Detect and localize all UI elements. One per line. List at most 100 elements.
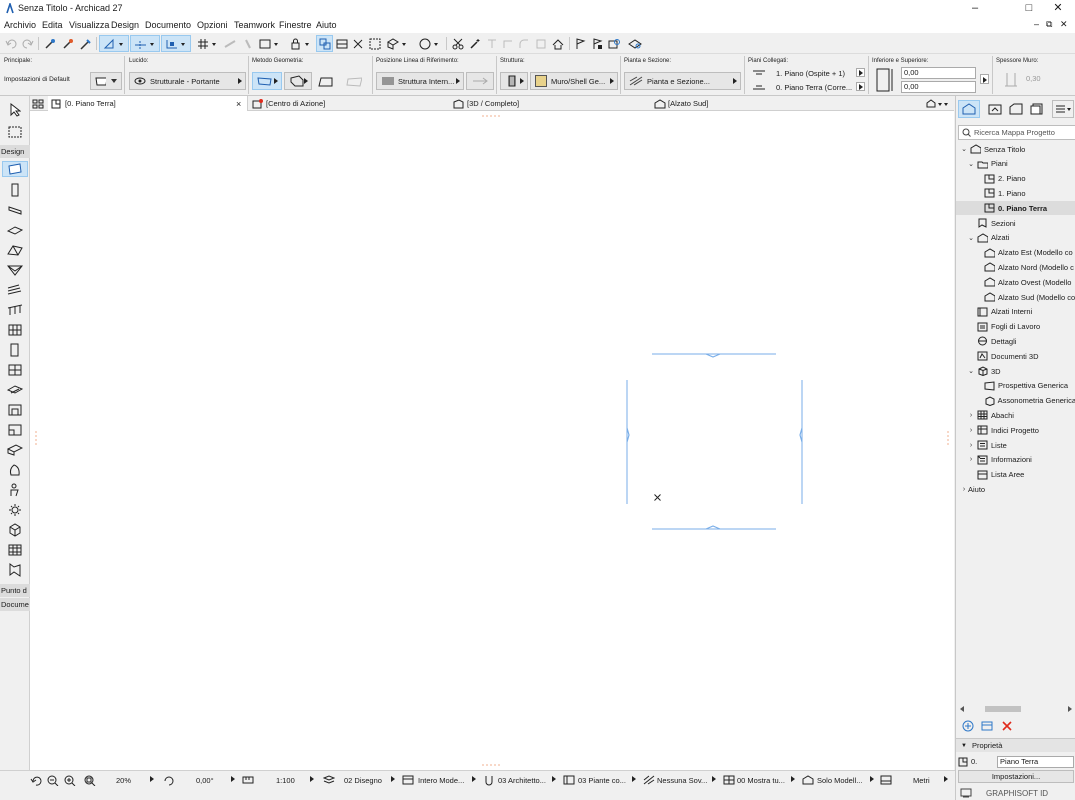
- corner-window-tool[interactable]: [6, 422, 24, 438]
- tree-item[interactable]: ⌄ Alzati: [956, 231, 1075, 245]
- favorites-default[interactable]: Impostazioni di Default: [4, 76, 70, 83]
- scale-value[interactable]: 1:100: [276, 774, 295, 787]
- tree-item[interactable]: › Informazioni: [956, 453, 1075, 467]
- shell-tool[interactable]: [6, 262, 24, 278]
- geometry-profile-button[interactable]: [342, 72, 366, 90]
- tree-item[interactable]: 1. Piano: [956, 186, 1075, 200]
- bottom-link-selector[interactable]: 0. Piano Terra (Corre...: [752, 81, 866, 93]
- flip-reference-button[interactable]: [466, 72, 494, 90]
- pick-up-parameters-icon[interactable]: [42, 35, 58, 52]
- lock-icon[interactable]: [287, 35, 313, 52]
- tree-item[interactable]: ⌄ Piani: [956, 157, 1075, 171]
- navigator-menu-button[interactable]: [1052, 100, 1074, 118]
- close-window-button[interactable]: ✕: [1041, 0, 1075, 17]
- wall-tool[interactable]: [2, 161, 28, 177]
- tree-horizontal-scrollbar[interactable]: [958, 704, 1074, 714]
- zoom-previous-icon[interactable]: [30, 775, 42, 786]
- guide-lines-button[interactable]: [99, 35, 129, 52]
- menu-design[interactable]: Design: [111, 20, 139, 30]
- tree-item[interactable]: Alzati Interni: [956, 305, 1075, 319]
- grid-snap-icon[interactable]: [194, 35, 220, 52]
- rotate-view-icon[interactable]: [163, 775, 175, 786]
- mesh-tool[interactable]: [6, 522, 24, 538]
- geometry-straight-button[interactable]: [252, 72, 282, 90]
- tree-item[interactable]: Alzato Ovest (Modello: [956, 275, 1075, 289]
- marquee-tool[interactable]: [6, 124, 24, 140]
- mvo-value[interactable]: 03 Piante co...: [578, 774, 626, 787]
- tab-3d[interactable]: [3D / Completo]: [451, 96, 651, 111]
- menu-archivio[interactable]: Archivio: [4, 20, 36, 30]
- tab-overview-icon[interactable]: [32, 96, 48, 111]
- grid-element-tool[interactable]: [6, 542, 24, 558]
- split-icon[interactable]: [533, 35, 549, 52]
- reference-line-selector[interactable]: Struttura Intern...: [376, 72, 464, 90]
- tree-item[interactable]: Documenti 3D: [956, 349, 1075, 363]
- intersect-icon[interactable]: [500, 35, 516, 52]
- expand-chevron-icon[interactable]: ›: [960, 486, 968, 493]
- roof-icon[interactable]: [550, 35, 566, 52]
- settings-view-button[interactable]: [981, 720, 993, 732]
- door-tool[interactable]: [6, 342, 24, 358]
- collapse-chevron-icon[interactable]: ⌄: [967, 160, 975, 168]
- inject-parameters-icon[interactable]: [60, 35, 76, 52]
- morph-tool[interactable]: [6, 482, 24, 498]
- collapse-chevron-icon[interactable]: ⌄: [960, 145, 968, 153]
- eyedropper-icon[interactable]: [77, 35, 93, 52]
- structure-type-button[interactable]: [500, 72, 528, 90]
- menu-teamwork[interactable]: Teamwork: [234, 20, 275, 30]
- tree-item[interactable]: 2. Piano: [956, 172, 1075, 186]
- collapse-chevron-icon[interactable]: ⌄: [967, 234, 975, 242]
- tab-alzato-sud[interactable]: [Alzato Sud]: [652, 96, 852, 111]
- curtain-wall-tool[interactable]: [6, 322, 24, 338]
- new-view-button[interactable]: [962, 720, 974, 732]
- override-value[interactable]: Nessuna Sov...: [657, 774, 707, 787]
- tree-item[interactable]: Alzato Sud (Modello co: [956, 290, 1075, 304]
- fillet-icon[interactable]: [516, 35, 532, 52]
- magic-wand-icon[interactable]: [467, 35, 483, 52]
- roof-tool[interactable]: [6, 242, 24, 258]
- tab-close-icon[interactable]: ×: [236, 99, 241, 109]
- column-tool[interactable]: [6, 182, 24, 198]
- zoom-out-icon[interactable]: [47, 775, 59, 786]
- tree-item[interactable]: Lista Aree: [956, 468, 1075, 482]
- skylight-tool[interactable]: [6, 382, 24, 398]
- top-link-selector[interactable]: 1. Piano (Ospite + 1): [752, 67, 866, 79]
- project-map-search[interactable]: Ricerca Mappa Progetto: [958, 125, 1075, 140]
- trace-reference-icon[interactable]: [240, 35, 256, 52]
- tree-item[interactable]: › Aiuto: [956, 482, 1075, 496]
- markup-icon[interactable]: [606, 35, 622, 52]
- undo-icon[interactable]: [3, 35, 19, 52]
- menu-edita[interactable]: Edita: [42, 20, 63, 30]
- tree-item[interactable]: Prospettiva Generica: [956, 379, 1075, 393]
- delete-view-button[interactable]: [1001, 720, 1013, 732]
- railing-tool[interactable]: [6, 302, 24, 318]
- wall-end-tool[interactable]: [6, 402, 24, 418]
- stair-tool[interactable]: [6, 282, 24, 298]
- beam-tool[interactable]: [6, 202, 24, 218]
- pen-set-value[interactable]: 03 Architetto...: [498, 774, 546, 787]
- tree-item[interactable]: Fogli di Lavoro: [956, 320, 1075, 334]
- zoom-value[interactable]: 20%: [116, 774, 131, 787]
- wall-settings-button[interactable]: [90, 72, 122, 90]
- minimize-button[interactable]: –: [955, 0, 995, 17]
- graphisoft-id-bar[interactable]: GRAPHISOFT ID: [956, 786, 1075, 800]
- settings-button[interactable]: Impostazioni...: [958, 770, 1074, 783]
- expand-chevron-icon[interactable]: ›: [967, 427, 975, 434]
- window-tool[interactable]: [6, 362, 24, 378]
- render-icon[interactable]: [416, 35, 442, 52]
- tree-item[interactable]: Sezioni: [956, 216, 1075, 230]
- trace-icon[interactable]: [222, 35, 238, 52]
- wall-outline[interactable]: [626, 353, 803, 530]
- redo-icon[interactable]: [20, 35, 36, 52]
- tree-item[interactable]: Alzato Est (Modello co: [956, 246, 1075, 260]
- snap-points-button[interactable]: [161, 35, 191, 52]
- snap-guides-button[interactable]: [130, 35, 160, 52]
- geometry-slanted-button[interactable]: [314, 72, 338, 90]
- expand-chevron-icon[interactable]: ›: [967, 412, 975, 419]
- elevation-marker-icon[interactable]: [334, 35, 350, 52]
- suspend-groups-button[interactable]: [316, 35, 333, 52]
- tree-item[interactable]: › Liste: [956, 438, 1075, 452]
- renovation-value[interactable]: 00 Mostra tu...: [737, 774, 785, 787]
- expand-chevron-icon[interactable]: ›: [967, 456, 975, 463]
- bottom-offset-input[interactable]: 0,00: [901, 81, 976, 93]
